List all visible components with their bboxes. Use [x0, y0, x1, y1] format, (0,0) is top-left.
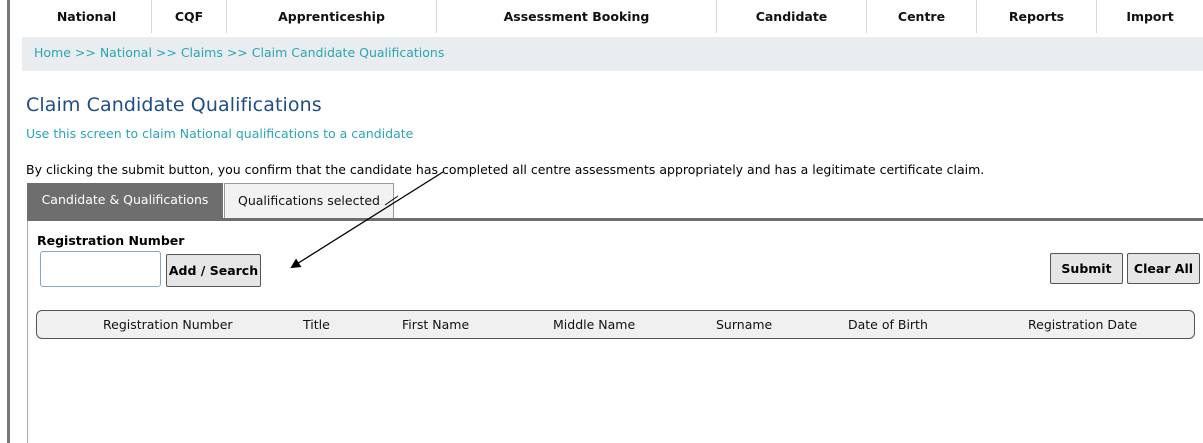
nav-item-cqf[interactable]: CQF — [152, 0, 227, 33]
left-border-bar — [7, 0, 10, 443]
tab-panel-top-border — [27, 218, 1203, 221]
column-header-date-of-birth[interactable]: Date of Birth — [848, 311, 928, 338]
nav-item-national[interactable]: National — [22, 0, 152, 33]
submit-button[interactable]: Submit — [1050, 253, 1123, 284]
breadcrumb-national[interactable]: National — [100, 45, 152, 60]
nav-item-apprenticeship[interactable]: Apprenticeship — [227, 0, 437, 33]
main-nav: National CQF Apprenticeship Assessment B… — [22, 0, 1203, 33]
breadcrumb-separator: >> — [222, 45, 252, 60]
breadcrumb-current[interactable]: Claim Candidate Qualifications — [252, 45, 445, 60]
column-header-first-name[interactable]: First Name — [402, 311, 469, 338]
nav-item-assessment-booking[interactable]: Assessment Booking — [437, 0, 717, 33]
nav-item-import[interactable]: Import — [1097, 0, 1203, 33]
nav-item-reports[interactable]: Reports — [977, 0, 1097, 33]
page-title: Claim Candidate Qualifications — [26, 94, 322, 116]
column-header-middle-name[interactable]: Middle Name — [553, 311, 635, 338]
breadcrumb-separator: >> — [70, 45, 100, 60]
breadcrumb-separator: >> — [151, 45, 181, 60]
breadcrumb-home[interactable]: Home — [34, 45, 71, 60]
registration-number-label: Registration Number — [37, 233, 185, 248]
add-search-button[interactable]: Add / Search — [166, 254, 261, 287]
tab-panel-left-border — [27, 221, 28, 443]
breadcrumb-claims[interactable]: Claims — [181, 45, 223, 60]
registration-number-input[interactable] — [40, 251, 161, 287]
submit-notice: By clicking the submit button, you confi… — [26, 162, 985, 177]
column-header-registration-number[interactable]: Registration Number — [103, 311, 233, 338]
column-header-title[interactable]: Title — [303, 311, 330, 338]
tab-candidate-qualifications[interactable]: Candidate & Qualifications — [27, 183, 223, 218]
column-header-surname[interactable]: Surname — [716, 311, 772, 338]
column-header-registration-date[interactable]: Registration Date — [1028, 311, 1137, 338]
candidate-table-header: Registration Number Title First Name Mid… — [36, 310, 1195, 339]
tab-qualifications-selected[interactable]: Qualifications selected — [224, 183, 394, 218]
page-subtitle: Use this screen to claim National qualif… — [26, 126, 414, 141]
nav-item-centre[interactable]: Centre — [867, 0, 977, 33]
nav-item-candidate[interactable]: Candidate — [717, 0, 867, 33]
clear-all-button[interactable]: Clear All — [1127, 253, 1200, 284]
breadcrumb: Home >> National >> Claims >> Claim Cand… — [22, 37, 1203, 71]
